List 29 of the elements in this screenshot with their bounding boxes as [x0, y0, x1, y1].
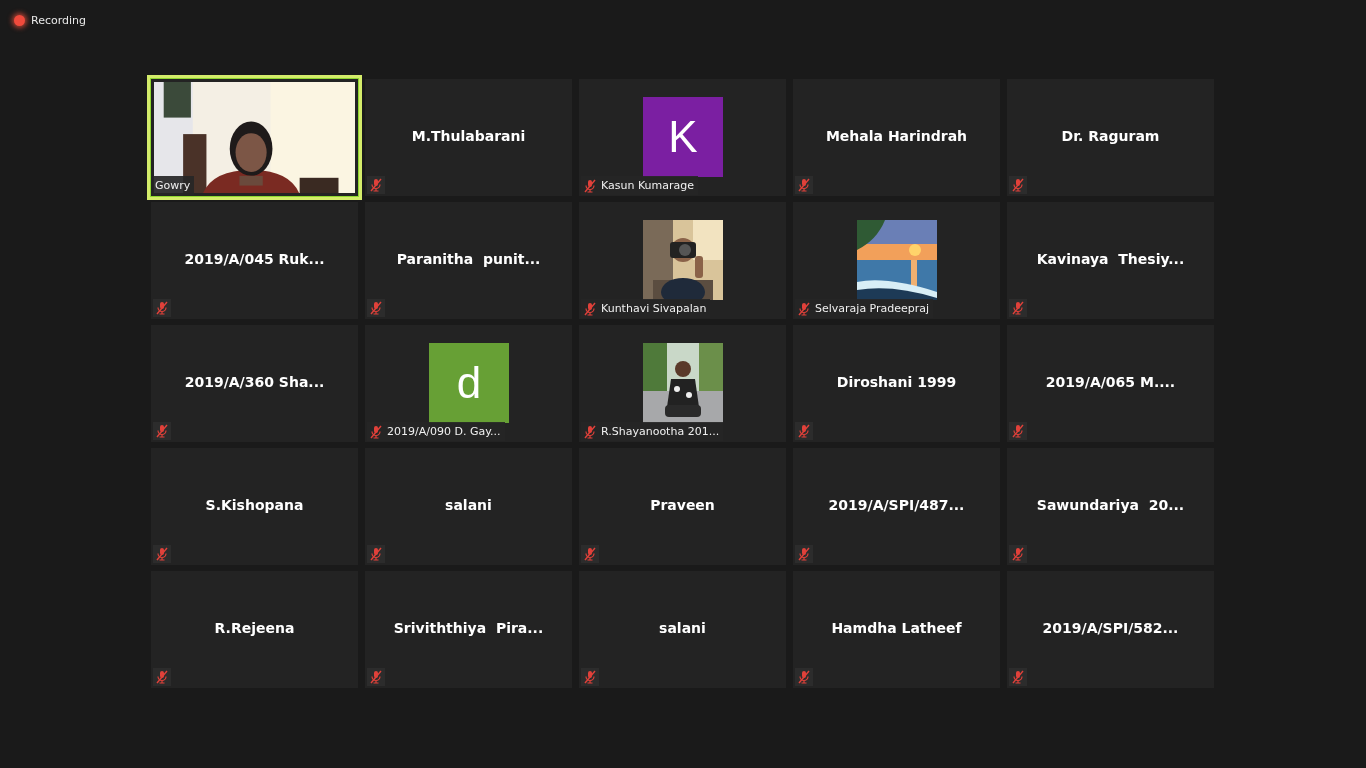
recording-icon — [14, 14, 25, 26]
avatar-initial: d — [429, 343, 509, 423]
participant-name: 2019/A/045 Ruk... — [184, 251, 325, 267]
participant-name: Diroshani 1999 — [836, 374, 957, 390]
participant-name: 2019/A/065 M.... — [1045, 374, 1176, 390]
participant-name: Praveen — [650, 497, 715, 513]
name-label: 2019/A/090 D. Gay... — [367, 422, 505, 441]
participant-name: Paranitha punit... — [396, 251, 541, 267]
participant-name: Mehala Harindrah — [825, 128, 968, 144]
name-label: Kasun Kumarage — [581, 176, 699, 195]
name-label: R.Shayanootha 201... — [581, 422, 724, 441]
participant-name: Sawundariya 20... — [1036, 497, 1185, 513]
participant-name: Kavinaya Thesiy... — [1036, 251, 1185, 267]
participant-name: 2019/A/SPI/487... — [828, 497, 965, 513]
participant-name: salani — [659, 620, 706, 636]
participant-name: Hamdha Latheef — [831, 620, 962, 636]
participant-name: R.Rejeena — [214, 620, 295, 636]
name-label: Kunthavi Sivapalan — [581, 299, 711, 318]
participant-name: salani — [445, 497, 492, 513]
name-label: Gowry — [153, 176, 195, 195]
participant-name: Sriviththiya Pira... — [393, 620, 544, 636]
participant-name: S.Kishopana — [205, 497, 304, 513]
participant-name: M.Thulabarani — [411, 128, 526, 144]
participant-name: Dr. Raguram — [1061, 128, 1160, 144]
participant-name: 2019/A/360 Sha... — [184, 374, 325, 390]
name-label: Selvaraja Pradeepraj — [795, 299, 934, 318]
recording-label: Recording — [31, 13, 87, 27]
participant-name: 2019/A/SPI/582... — [1042, 620, 1179, 636]
avatar-initial: K — [643, 97, 723, 177]
